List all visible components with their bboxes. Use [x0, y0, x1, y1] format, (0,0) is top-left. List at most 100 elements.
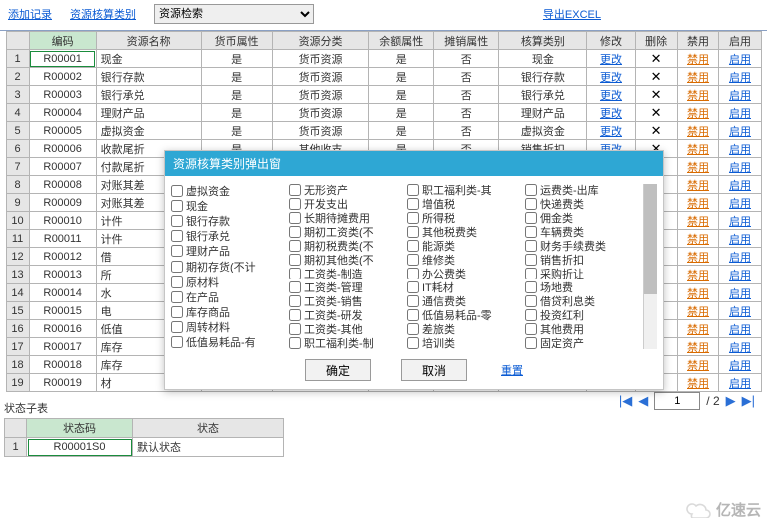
- checkbox-option[interactable]: 其他税费类: [407, 226, 523, 238]
- cell-enable[interactable]: 启用: [719, 140, 761, 158]
- cell-code[interactable]: R00006: [29, 140, 96, 158]
- checkbox-input[interactable]: [171, 321, 183, 333]
- cell-disable[interactable]: 禁用: [677, 176, 719, 194]
- checkbox-option[interactable]: 银行承兑: [171, 230, 287, 243]
- cell-disable[interactable]: 禁用: [677, 50, 719, 68]
- cell-code[interactable]: R00001: [29, 50, 96, 68]
- checkbox-option[interactable]: 在产品: [171, 290, 287, 303]
- checkbox-option[interactable]: 低值易耗品-有: [171, 336, 287, 349]
- checkbox-option[interactable]: 场地费: [525, 281, 641, 293]
- cell-code[interactable]: R00011: [29, 230, 96, 248]
- checkbox-option[interactable]: 期初其他类(不: [289, 254, 405, 266]
- checkbox-option[interactable]: 差旅类: [407, 323, 523, 335]
- checkbox-option[interactable]: 期初工资类(不: [289, 226, 405, 238]
- checkbox-option[interactable]: 无形资产: [289, 184, 405, 196]
- checkbox-option[interactable]: 职工福利类-制: [289, 337, 405, 349]
- cell-edit[interactable]: 更改: [587, 86, 635, 104]
- table-row[interactable]: 5 R00005 虚拟资金 是 货币资源 是 否 虚拟资金 更改 ✕ 禁用 启用: [6, 122, 761, 140]
- checkbox-input[interactable]: [171, 185, 183, 197]
- cell-enable[interactable]: 启用: [719, 374, 761, 392]
- checkbox-option[interactable]: 佣金类: [525, 212, 641, 224]
- checkbox-input[interactable]: [289, 254, 301, 266]
- cell-enable[interactable]: 启用: [719, 122, 761, 140]
- checkbox-input[interactable]: [525, 212, 537, 224]
- checkbox-input[interactable]: [407, 226, 419, 238]
- checkbox-input[interactable]: [171, 306, 183, 318]
- add-record-link[interactable]: 添加记录: [8, 6, 52, 22]
- checkbox-input[interactable]: [171, 261, 183, 273]
- cell-disable[interactable]: 禁用: [677, 266, 719, 284]
- checkbox-option[interactable]: 所得税: [407, 212, 523, 224]
- cell-enable[interactable]: 启用: [719, 86, 761, 104]
- pager-page-input[interactable]: [654, 392, 700, 410]
- checkbox-input[interactable]: [525, 309, 537, 321]
- table-row[interactable]: 4 R00004 理财产品 是 货币资源 是 否 理财产品 更改 ✕ 禁用 启用: [6, 104, 761, 122]
- checkbox-input[interactable]: [289, 323, 301, 335]
- cell-code[interactable]: R00017: [29, 338, 96, 356]
- sub-row-code[interactable]: R00001S0: [27, 438, 133, 457]
- cell-code[interactable]: R00014: [29, 284, 96, 302]
- checkbox-input[interactable]: [171, 336, 183, 348]
- cell-enable[interactable]: 启用: [719, 302, 761, 320]
- checkbox-input[interactable]: [525, 337, 537, 349]
- checkbox-input[interactable]: [171, 276, 183, 288]
- checkbox-input[interactable]: [525, 198, 537, 210]
- checkbox-option[interactable]: 期初存货(不计: [171, 260, 287, 273]
- cell-enable[interactable]: 启用: [719, 68, 761, 86]
- checkbox-option[interactable]: 现金: [171, 199, 287, 212]
- cell-code[interactable]: R00010: [29, 212, 96, 230]
- col-name[interactable]: 资源名称: [96, 32, 201, 50]
- cell-disable[interactable]: 禁用: [677, 248, 719, 266]
- checkbox-input[interactable]: [407, 337, 419, 349]
- delete-icon[interactable]: ✕: [651, 123, 662, 138]
- cell-del[interactable]: ✕: [635, 122, 677, 140]
- cell-code[interactable]: R00019: [29, 374, 96, 392]
- checkbox-input[interactable]: [407, 254, 419, 266]
- checkbox-input[interactable]: [289, 212, 301, 224]
- cell-enable[interactable]: 启用: [719, 104, 761, 122]
- sub-row[interactable]: 1 R00001S0 默认状态: [5, 438, 284, 457]
- col-code[interactable]: 编码: [29, 32, 96, 50]
- checkbox-option[interactable]: 工资类-管理: [289, 281, 405, 293]
- checkbox-input[interactable]: [407, 212, 419, 224]
- cell-del[interactable]: ✕: [635, 68, 677, 86]
- checkbox-input[interactable]: [289, 226, 301, 238]
- table-row[interactable]: 1 R00001 现金 是 货币资源 是 否 现金 更改 ✕ 禁用 启用: [6, 50, 761, 68]
- checkbox-option[interactable]: 运费类-出库: [525, 184, 641, 196]
- checkbox-option[interactable]: 车辆费类: [525, 226, 641, 238]
- modal-scrollbar[interactable]: [643, 184, 657, 349]
- checkbox-input[interactable]: [171, 245, 183, 257]
- cell-enable[interactable]: 启用: [719, 230, 761, 248]
- cell-enable[interactable]: 启用: [719, 176, 761, 194]
- col-cur[interactable]: 货币属性: [201, 32, 272, 50]
- checkbox-option[interactable]: 虚拟资金: [171, 184, 287, 197]
- cell-code[interactable]: R00009: [29, 194, 96, 212]
- checkbox-input[interactable]: [171, 291, 183, 303]
- pager-next-icon[interactable]: ▶: [726, 393, 736, 409]
- table-row[interactable]: 3 R00003 银行承兑 是 货币资源 是 否 银行承兑 更改 ✕ 禁用 启用: [6, 86, 761, 104]
- col-disable[interactable]: 禁用: [677, 32, 719, 50]
- cell-edit[interactable]: 更改: [587, 68, 635, 86]
- cell-disable[interactable]: 禁用: [677, 122, 719, 140]
- checkbox-option[interactable]: 财务手续费类: [525, 240, 641, 252]
- cell-enable[interactable]: 启用: [719, 158, 761, 176]
- cell-disable[interactable]: 禁用: [677, 230, 719, 248]
- cell-code[interactable]: R00016: [29, 320, 96, 338]
- cell-disable[interactable]: 禁用: [677, 356, 719, 374]
- cell-edit[interactable]: 更改: [587, 122, 635, 140]
- table-row[interactable]: 2 R00002 银行存款 是 货币资源 是 否 银行存款 更改 ✕ 禁用 启用: [6, 68, 761, 86]
- checkbox-input[interactable]: [407, 309, 419, 321]
- ok-button[interactable]: 确定: [305, 359, 371, 381]
- col-acct[interactable]: 核算类别: [499, 32, 587, 50]
- checkbox-input[interactable]: [289, 198, 301, 210]
- cell-del[interactable]: ✕: [635, 104, 677, 122]
- cell-disable[interactable]: 禁用: [677, 104, 719, 122]
- cell-code[interactable]: R00013: [29, 266, 96, 284]
- checkbox-option[interactable]: 采购折让: [525, 268, 641, 280]
- checkbox-input[interactable]: [289, 309, 301, 321]
- checkbox-option[interactable]: 工资类-销售: [289, 295, 405, 307]
- col-del[interactable]: 删除: [635, 32, 677, 50]
- checkbox-input[interactable]: [525, 254, 537, 266]
- cell-enable[interactable]: 启用: [719, 284, 761, 302]
- checkbox-input[interactable]: [289, 281, 301, 293]
